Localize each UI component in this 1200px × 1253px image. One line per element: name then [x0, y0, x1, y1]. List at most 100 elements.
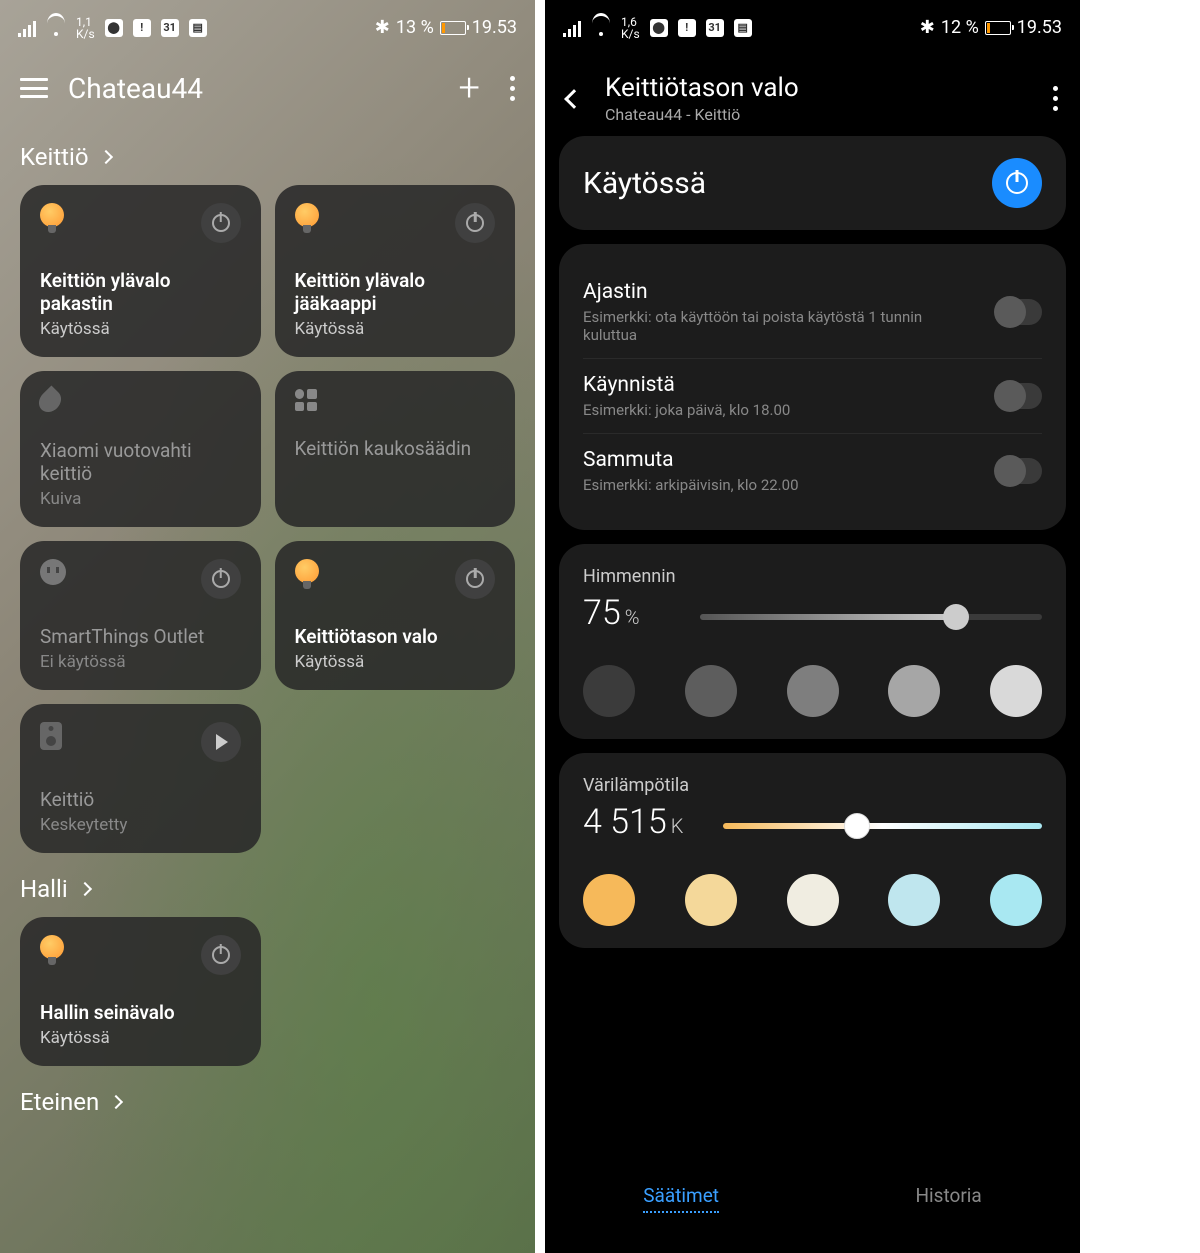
- wifi-icon: [46, 20, 66, 36]
- status-label: Käytössä: [583, 166, 706, 201]
- colortemp-card: Värilämpötila 4 515K: [559, 753, 1066, 948]
- dimmer-card: Himmennin 75%: [559, 544, 1066, 739]
- clock: 19.53: [1017, 17, 1062, 38]
- bluetooth-icon: ✱: [375, 17, 390, 38]
- power-button[interactable]: [201, 203, 241, 243]
- app-icon: ▤: [189, 19, 207, 37]
- tile-title: Hallin seinävalo: [40, 1001, 241, 1024]
- device-tile[interactable]: Keittiön ylävalo jääkaappi Käytössä: [275, 185, 516, 357]
- calendar-icon: 31: [161, 19, 179, 37]
- tile-status: Kuiva: [40, 489, 241, 509]
- dimmer-label: Himmennin: [583, 566, 1042, 587]
- tile-status: Keskeytetty: [40, 815, 241, 835]
- device-detail-screen: 1,6 K/s ⬤ ! 31 ▤ ✱ 12 % 19.53 Keittiötas…: [545, 0, 1080, 1253]
- home-screen: 1,1 K/s ⬤ ! 31 ▤ ✱ 13 % 19.53 Chateau44 …: [0, 0, 535, 1253]
- schedule-row: Sammuta Esimerkki: arkipäivisin, klo 22.…: [583, 434, 1042, 508]
- toggle-switch[interactable]: [996, 458, 1042, 484]
- notif-icon: !: [133, 19, 151, 37]
- schedule-title: Ajastin: [583, 280, 923, 304]
- schedule-card: Ajastin Esimerkki: ota käyttöön tai pois…: [559, 244, 1066, 530]
- device-tile[interactable]: Keittiö Keskeytetty: [20, 704, 261, 853]
- room-header[interactable]: Keittiö: [20, 143, 515, 171]
- colortemp-preset[interactable]: [888, 874, 940, 926]
- schedule-row: Käynnistä Esimerkki: joka päivä, klo 18.…: [583, 359, 1042, 434]
- schedule-desc: Esimerkki: ota käyttöön tai poista käytö…: [583, 308, 923, 344]
- wifi-icon: [591, 20, 611, 36]
- power-button[interactable]: [201, 559, 241, 599]
- bottom-tabs: Säätimet Historia: [545, 1160, 1080, 1253]
- dimmer-unit: %: [625, 605, 640, 629]
- brightness-preset[interactable]: [990, 665, 1042, 717]
- bulb-icon: [295, 559, 319, 589]
- battery-percent: 12 %: [941, 17, 979, 38]
- schedule-title: Käynnistä: [583, 373, 790, 397]
- tab-history[interactable]: Historia: [916, 1184, 982, 1213]
- bulb-icon: [295, 203, 319, 233]
- play-button[interactable]: [201, 722, 241, 762]
- tab-controls[interactable]: Säätimet: [643, 1184, 719, 1213]
- device-tile[interactable]: Keittiön ylävalo pakastin Käytössä: [20, 185, 261, 357]
- clock: 19.53: [472, 17, 517, 38]
- brightness-preset[interactable]: [787, 665, 839, 717]
- room-header[interactable]: Halli: [20, 875, 515, 903]
- device-tile[interactable]: Keittiön kaukosäädin: [275, 371, 516, 527]
- toggle-switch[interactable]: [996, 299, 1042, 325]
- more-button[interactable]: [1053, 86, 1058, 111]
- device-tile[interactable]: Keittiötason valo Käytössä: [275, 541, 516, 690]
- power-button[interactable]: [455, 203, 495, 243]
- brightness-preset[interactable]: [583, 665, 635, 717]
- notif-icon: !: [678, 19, 696, 37]
- colortemp-preset[interactable]: [787, 874, 839, 926]
- power-button[interactable]: [201, 935, 241, 975]
- colortemp-preset[interactable]: [990, 874, 1042, 926]
- more-button[interactable]: [510, 76, 515, 101]
- menu-button[interactable]: [20, 78, 48, 98]
- device-tile[interactable]: Hallin seinävalo Käytössä: [20, 917, 261, 1066]
- tile-title: Xiaomi vuotovahti keittiö: [40, 439, 241, 485]
- battery-percent: 13 %: [396, 17, 434, 38]
- bluetooth-icon: ✱: [920, 17, 935, 38]
- calendar-icon: 31: [706, 19, 724, 37]
- add-button[interactable]: +: [459, 69, 480, 107]
- signal-icon: [563, 19, 581, 37]
- tile-status: Ei käytössä: [40, 652, 241, 672]
- toggle-switch[interactable]: [996, 383, 1042, 409]
- home-name: Chateau44: [68, 72, 203, 105]
- colortemp-slider[interactable]: [723, 823, 1042, 829]
- speaker-icon: [40, 722, 62, 750]
- signal-icon: [18, 19, 36, 37]
- brightness-preset[interactable]: [888, 665, 940, 717]
- colortemp-label: Värilämpötila: [583, 775, 1042, 796]
- schedule-title: Sammuta: [583, 448, 799, 472]
- back-button[interactable]: [564, 89, 584, 109]
- tile-status: Käytössä: [295, 319, 496, 339]
- colortemp-preset[interactable]: [685, 874, 737, 926]
- chevron-right-icon: [78, 882, 92, 896]
- tile-status: Käytössä: [40, 1028, 241, 1048]
- colortemp-value: 4 515: [583, 802, 667, 842]
- power-button[interactable]: [455, 559, 495, 599]
- device-tile[interactable]: SmartThings Outlet Ei käytössä: [20, 541, 261, 690]
- chevron-right-icon: [109, 1095, 123, 1109]
- tile-status: Käytössä: [40, 319, 241, 339]
- brightness-preset[interactable]: [685, 665, 737, 717]
- chevron-right-icon: [98, 150, 112, 164]
- schedule-desc: Esimerkki: joka päivä, klo 18.00: [583, 401, 790, 419]
- network-speed: 1,1 K/s: [76, 16, 95, 40]
- room-header[interactable]: Eteinen: [20, 1088, 515, 1116]
- status-bar: 1,6 K/s ⬤ ! 31 ▤ ✱ 12 % 19.53: [545, 0, 1080, 55]
- outlet-icon: [40, 559, 66, 585]
- device-tile[interactable]: Xiaomi vuotovahti keittiö Kuiva: [20, 371, 261, 527]
- spotify-icon: ⬤: [650, 19, 668, 37]
- tile-title: Keittiötason valo: [295, 625, 496, 648]
- battery-icon: [440, 21, 466, 35]
- water-drop-icon: [34, 385, 65, 416]
- schedule-desc: Esimerkki: arkipäivisin, klo 22.00: [583, 476, 799, 494]
- schedule-row: Ajastin Esimerkki: ota käyttöön tai pois…: [583, 266, 1042, 359]
- dimmer-slider[interactable]: [700, 614, 1042, 620]
- tile-title: Keittiön kaukosäädin: [295, 437, 496, 460]
- power-toggle[interactable]: [992, 158, 1042, 208]
- app-bar: Chateau44 +: [0, 55, 535, 121]
- tile-title: Keittiön ylävalo jääkaappi: [295, 269, 496, 315]
- colortemp-preset[interactable]: [583, 874, 635, 926]
